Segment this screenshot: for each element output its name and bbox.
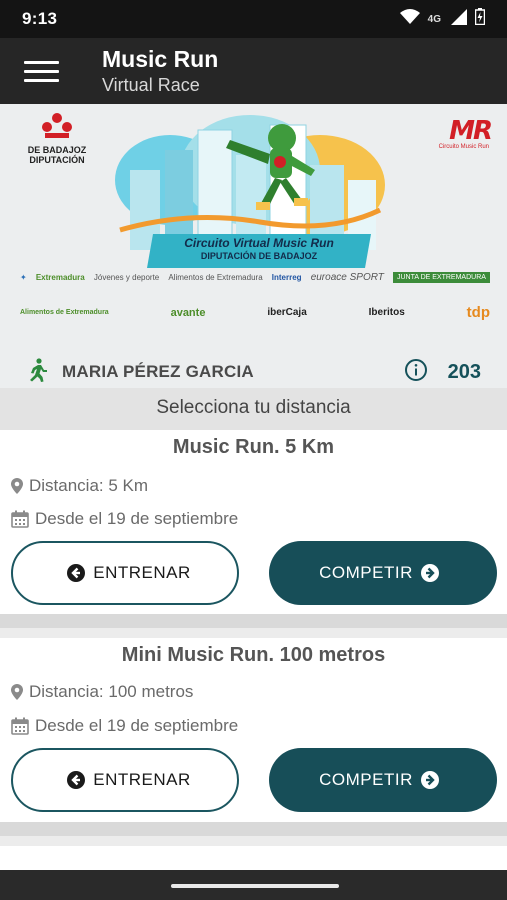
battery-icon <box>474 8 486 30</box>
sponsor-logo: Iberitos <box>368 307 405 318</box>
music-run-logo-subtitle: Circuito Music Run <box>438 144 489 150</box>
race-card: Music Run. 5 Km Distancia: 5 Km Desde el… <box>0 430 507 614</box>
status-time: 9:13 <box>22 9 58 28</box>
diputacion-badajoz-logo: DE BADAJOZ DIPUTACIÓN <box>22 112 92 165</box>
sponsor-logo: Interreg <box>271 273 302 282</box>
race-title: Music Run. 5 Km <box>172 436 335 458</box>
race-date-text: Desde el 19 de septiembre <box>35 716 239 735</box>
runner-count: 203 <box>447 360 481 383</box>
music-run-logo: MR <box>449 116 493 146</box>
arrow-right-circle-icon <box>420 771 439 789</box>
compete-button-label: COMPETIR <box>319 770 413 789</box>
race-distance-text: Distancia: 5 Km <box>29 476 149 495</box>
menu-icon[interactable] <box>0 38 80 104</box>
info-icon[interactable] <box>404 358 428 387</box>
app-titles: Music Run Virtual Race <box>102 45 218 97</box>
status-icons: 4G <box>399 8 486 30</box>
race-banner: DE BADAJOZ DIPUTACIÓN MR Circuito Music … <box>0 104 507 356</box>
wifi-icon <box>399 8 420 30</box>
arrow-right-circle-icon <box>420 564 439 582</box>
race-card: Mini Music Run. 100 metros Distancia: 10… <box>0 638 507 822</box>
runner-icon <box>26 357 48 387</box>
race-date-text: Desde el 19 de septiembre <box>35 509 239 528</box>
sponsor-logo: Alimentos de Extremadura <box>20 309 109 316</box>
select-distance-heading: Selecciona tu distancia <box>0 388 507 430</box>
compete-button-label: COMPETIR <box>319 563 413 582</box>
race-date: Desde el 19 de septiembre <box>0 509 238 529</box>
signal-icon <box>451 8 467 30</box>
sponsor-logo: avante <box>170 306 206 319</box>
location-pin-icon <box>11 478 23 494</box>
sponsor-logo: Extremadura <box>35 273 85 282</box>
compete-button[interactable]: COMPETIR <box>269 541 497 605</box>
sponsor-logo: ✦ <box>20 273 27 282</box>
calendar-icon <box>11 717 29 735</box>
card-divider-light <box>0 628 507 638</box>
race-date: Desde el 19 de septiembre <box>0 716 238 736</box>
sponsor-logo: iberCaja <box>267 307 307 318</box>
race-distance: Distancia: 5 Km <box>0 476 148 496</box>
train-button-label: ENTRENAR <box>93 563 191 582</box>
card-divider <box>0 822 507 836</box>
card-divider <box>0 614 507 628</box>
compete-button[interactable]: COMPETIR <box>269 748 497 812</box>
race-band-title: Circuito Virtual Music Run DIPUTACIÓN DE… <box>184 236 334 261</box>
train-button-label: ENTRENAR <box>93 770 191 789</box>
arrow-left-circle-icon <box>67 771 86 789</box>
sponsor-logo: JUNTA DE EXTREMADURA <box>393 272 490 283</box>
runner-row: MARIA PÉREZ GARCIA 203 <box>0 354 507 390</box>
runner-name: MARIA PÉREZ GARCIA <box>62 362 254 381</box>
status-bar: 9:13 4G <box>0 0 507 38</box>
sponsor-logo: tdp <box>466 304 490 321</box>
network-type-label: 4G <box>427 13 441 25</box>
card-divider-light <box>0 836 507 846</box>
app-subtitle: Virtual Race <box>102 75 200 95</box>
home-gesture-handle[interactable] <box>171 884 339 888</box>
sponsor-logo: Alimentos de Extremadura <box>168 273 263 282</box>
sponsor-logo: Jóvenes y deporte <box>93 273 160 282</box>
train-button[interactable]: ENTRENAR <box>11 748 239 812</box>
arrow-left-circle-icon <box>67 564 86 582</box>
sponsors-row-bottom: Alimentos de Extremadura avante iberCaja… <box>20 304 490 321</box>
race-distance: Distancia: 100 metros <box>0 682 193 702</box>
calendar-icon <box>11 510 29 528</box>
app-title: Music Run <box>102 46 219 72</box>
sponsors-row-top: ✦ Extremadura Jóvenes y deporte Alimento… <box>20 272 490 283</box>
app-bar: Music Run Virtual Race <box>0 38 507 104</box>
train-button[interactable]: ENTRENAR <box>11 541 239 605</box>
system-navigation-bar <box>0 870 507 900</box>
location-pin-icon <box>11 684 23 700</box>
race-title: Mini Music Run. 100 metros <box>121 644 386 666</box>
race-distance-text: Distancia: 100 metros <box>29 682 194 701</box>
sponsor-logo: euroace SPORT <box>310 272 384 283</box>
